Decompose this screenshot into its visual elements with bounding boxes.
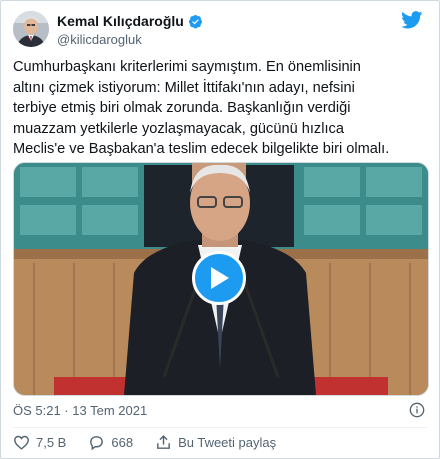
- tweet-timestamp[interactable]: ÖS 5:21 · 13 Tem 2021: [13, 403, 147, 418]
- twitter-bird-icon[interactable]: [401, 11, 423, 29]
- reply-button[interactable]: 668: [88, 434, 133, 451]
- like-button[interactable]: 7,5 B: [13, 434, 66, 451]
- play-button[interactable]: [192, 251, 246, 305]
- like-count: 7,5 B: [36, 434, 67, 450]
- author-name-row: Kemal Kılıçdaroğlu: [57, 13, 203, 29]
- embedded-tweet-card: Kemal Kılıçdaroğlu @kilicdarogluk Cumhur…: [0, 0, 440, 459]
- tweet-header: Kemal Kılıçdaroğlu @kilicdarogluk: [13, 9, 427, 49]
- reply-bubble-icon: [90, 435, 104, 450]
- author-block[interactable]: Kemal Kılıçdaroğlu @kilicdarogluk: [57, 13, 203, 47]
- author-handle[interactable]: @kilicdarogluk: [57, 32, 203, 47]
- info-icon[interactable]: [409, 402, 425, 418]
- share-icon: [157, 434, 170, 449]
- divider: [13, 427, 427, 428]
- tweet-actions: 7,5 B 668 Bu Tweeti paylaş: [13, 433, 298, 451]
- avatar[interactable]: [13, 11, 49, 47]
- tweet-text-line: terbiye etmiş biri olmak zorunda. Başkan…: [13, 100, 351, 116]
- heart-icon: [14, 435, 29, 450]
- tweet-text-line: Meclis'e ve Başbakan'a teslim edecek bil…: [13, 141, 390, 157]
- verified-badge-icon: [188, 14, 202, 28]
- play-icon: [211, 267, 229, 289]
- tweet-text-line: altını çizmek istiyorum: Millet İttifakı…: [13, 79, 355, 96]
- share-label: Bu Tweeti paylaş: [178, 434, 277, 450]
- tweet-text-line: Cumhurbaşkanı kriterlerimi saymıştım. En…: [13, 59, 361, 75]
- avatar-image: [13, 11, 49, 47]
- share-button[interactable]: Bu Tweeti paylaş: [155, 434, 276, 451]
- author-name[interactable]: Kemal Kılıçdaroğlu: [57, 13, 184, 29]
- reply-count: 668: [111, 434, 134, 450]
- tweet-text: Cumhurbaşkanı kriterlerimi saymıştım. En…: [13, 57, 431, 160]
- video-player[interactable]: [13, 162, 429, 396]
- tweet-text-line: muazzam yetkilerle yozlaşmayacak, gücünü…: [13, 120, 344, 137]
